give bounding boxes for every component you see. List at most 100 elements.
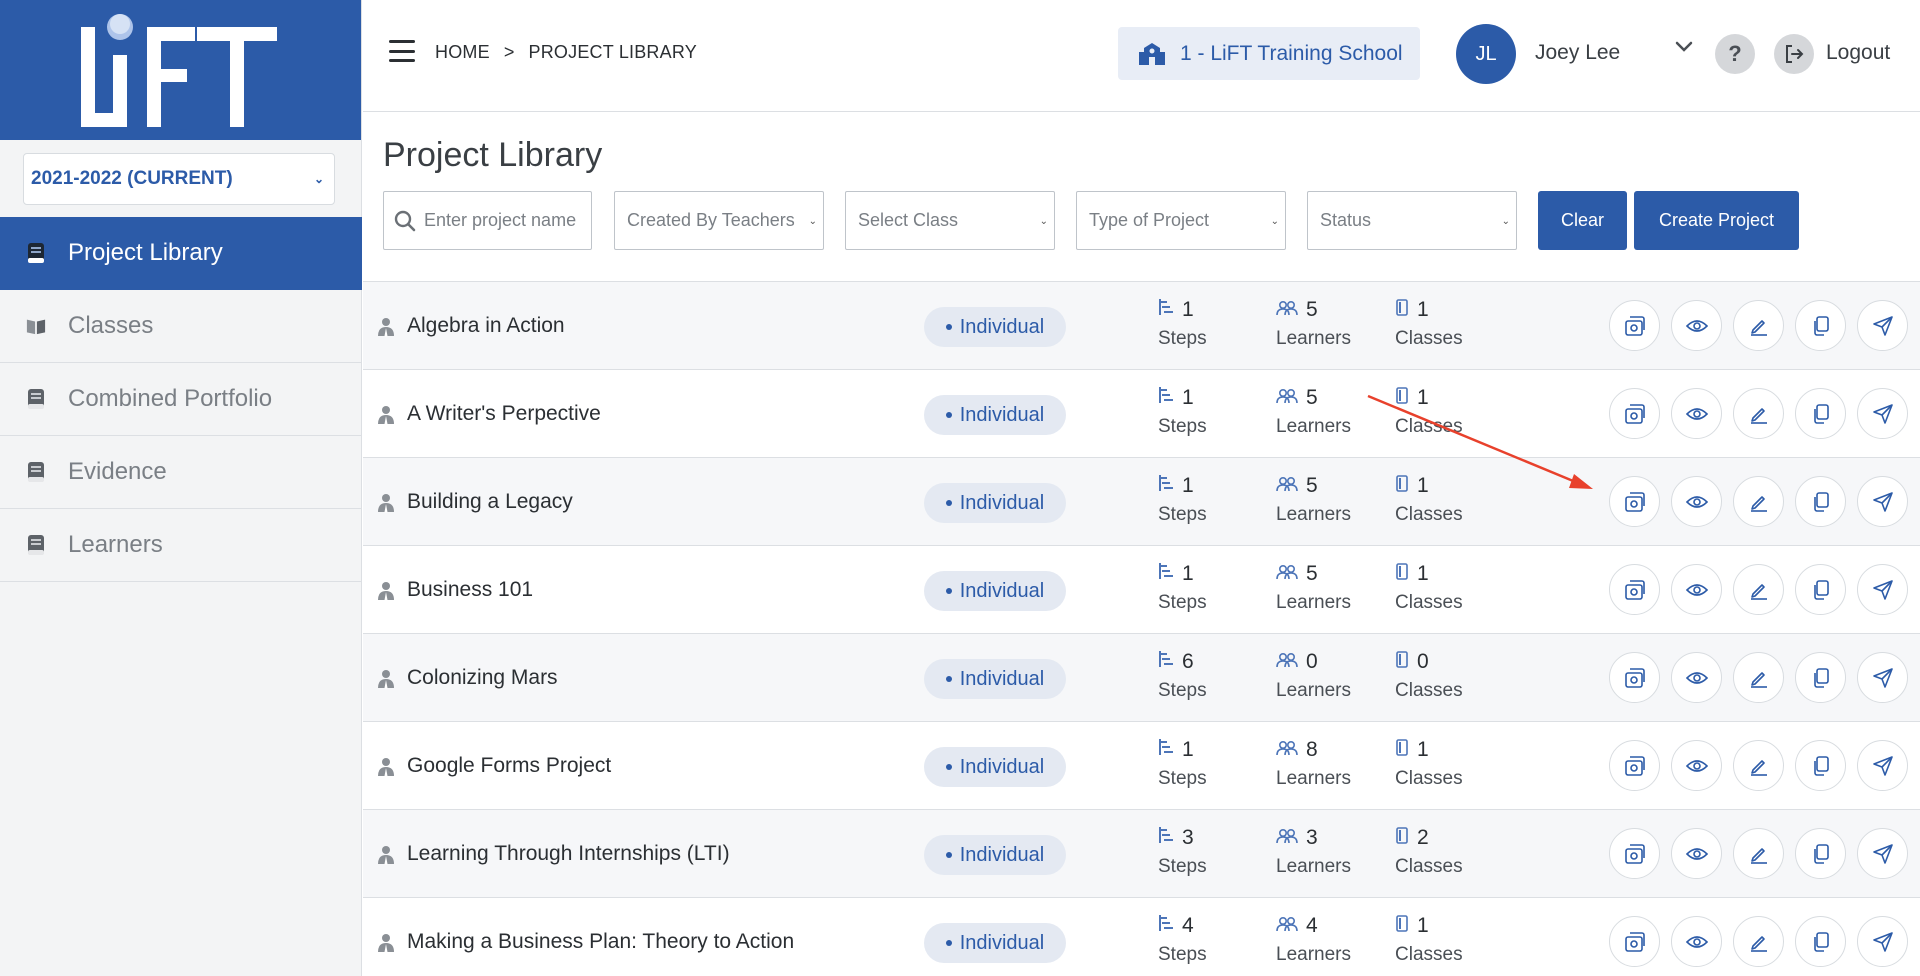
portfolio-button[interactable] xyxy=(1609,740,1660,791)
chevron-down-icon[interactable] xyxy=(1674,40,1694,59)
send-icon xyxy=(1872,579,1893,600)
view-button[interactable] xyxy=(1671,564,1722,615)
portfolio-button[interactable] xyxy=(1609,388,1660,439)
view-button[interactable] xyxy=(1671,652,1722,703)
sidebar-item-evidence[interactable]: Evidence xyxy=(0,436,362,509)
table-row[interactable]: A Writer's Perpective Individual 1 Steps 5 Le… xyxy=(363,370,1920,458)
send-button[interactable] xyxy=(1857,652,1908,703)
portfolio-button[interactable] xyxy=(1609,828,1660,879)
status-select[interactable]: Status ⌄ xyxy=(1307,191,1517,250)
edit-icon xyxy=(1749,844,1769,864)
portfolio-button[interactable] xyxy=(1609,300,1660,351)
sidebar-item-combined-portfolio[interactable]: Combined Portfolio xyxy=(0,363,362,436)
portfolio-button[interactable] xyxy=(1609,476,1660,527)
edit-button[interactable] xyxy=(1733,740,1784,791)
created-by-select[interactable]: Created By Teachers ⌄ xyxy=(614,191,824,250)
project-type-badge: Individual xyxy=(924,659,1066,699)
breadcrumb-home[interactable]: HOME xyxy=(435,42,490,63)
copy-button[interactable] xyxy=(1795,388,1846,439)
learners-stat: 5 Learners xyxy=(1276,474,1351,526)
copy-button[interactable] xyxy=(1795,476,1846,527)
sidebar-item-project-library[interactable]: Project Library xyxy=(0,217,362,290)
view-button[interactable] xyxy=(1671,300,1722,351)
send-button[interactable] xyxy=(1857,740,1908,791)
table-row[interactable]: Google Forms Project Individual 1 Steps 8 Lea… xyxy=(363,722,1920,810)
dot-icon xyxy=(945,324,952,330)
view-icon xyxy=(1685,758,1708,774)
edit-button[interactable] xyxy=(1733,652,1784,703)
stat-value: 6 xyxy=(1182,650,1194,673)
avatar[interactable]: JL xyxy=(1456,24,1516,84)
search-input-wrapper[interactable] xyxy=(383,191,592,250)
table-row[interactable]: Learning Through Internships (LTI) Indivi… xyxy=(363,810,1920,898)
clear-button[interactable]: Clear xyxy=(1538,191,1627,250)
send-button[interactable] xyxy=(1857,564,1908,615)
edit-button[interactable] xyxy=(1733,388,1784,439)
edit-button[interactable] xyxy=(1733,916,1784,967)
logout-button[interactable]: Logout xyxy=(1826,41,1890,65)
person-icon xyxy=(377,757,395,782)
table-row[interactable]: Business 101 Individual 1 Steps 5 Learners 1 Cl… xyxy=(363,546,1920,634)
logout-icon[interactable] xyxy=(1774,34,1814,74)
notebook-icon xyxy=(26,460,46,484)
view-button[interactable] xyxy=(1671,740,1722,791)
chevron-down-icon: ⌄ xyxy=(808,216,817,227)
portfolio-button[interactable] xyxy=(1609,652,1660,703)
school-selector[interactable]: 1 - LiFT Training School xyxy=(1118,27,1420,80)
copy-button[interactable] xyxy=(1795,652,1846,703)
stat-value: 3 xyxy=(1182,826,1194,849)
send-button[interactable] xyxy=(1857,916,1908,967)
stat-label: Classes xyxy=(1395,768,1463,789)
breadcrumb: HOME > PROJECT LIBRARY xyxy=(435,42,697,63)
menu-icon[interactable] xyxy=(389,40,415,62)
table-row[interactable]: Making a Business Plan: Theory to Action… xyxy=(363,898,1920,976)
view-button[interactable] xyxy=(1671,388,1722,439)
send-button[interactable] xyxy=(1857,388,1908,439)
copy-button[interactable] xyxy=(1795,300,1846,351)
table-row[interactable]: Colonizing Mars Individual 6 Steps 0 Learners… xyxy=(363,634,1920,722)
table-row[interactable]: Algebra in Action Individual 1 Steps 5 Learne… xyxy=(363,282,1920,370)
table-row[interactable]: Building a Legacy Individual 1 Steps 5 Learne… xyxy=(363,458,1920,546)
create-project-button[interactable]: Create Project xyxy=(1634,191,1799,250)
project-name[interactable]: Making a Business Plan: Theory to Action xyxy=(407,930,794,954)
stat-value: 5 xyxy=(1306,474,1318,497)
send-button[interactable] xyxy=(1857,828,1908,879)
lift-logo[interactable] xyxy=(0,0,361,140)
project-name[interactable]: A Writer's Perpective xyxy=(407,402,601,426)
view-button[interactable] xyxy=(1671,476,1722,527)
project-name[interactable]: Building a Legacy xyxy=(407,490,573,514)
school-year-select[interactable]: 2021-2022 (CURRENT) ⌄ xyxy=(23,153,335,205)
portfolio-button[interactable] xyxy=(1609,916,1660,967)
send-button[interactable] xyxy=(1857,300,1908,351)
stat-label: Classes xyxy=(1395,856,1463,877)
copy-button[interactable] xyxy=(1795,740,1846,791)
stat-value: 1 xyxy=(1182,298,1194,321)
dot-icon xyxy=(945,500,952,506)
help-button[interactable]: ? xyxy=(1715,34,1755,74)
copy-button[interactable] xyxy=(1795,828,1846,879)
view-button[interactable] xyxy=(1671,916,1722,967)
edit-button[interactable] xyxy=(1733,476,1784,527)
sidebar-item-classes[interactable]: Classes xyxy=(0,290,362,363)
sidebar-item-learners[interactable]: Learners xyxy=(0,509,362,582)
edit-button[interactable] xyxy=(1733,828,1784,879)
project-name[interactable]: Learning Through Internships (LTI) xyxy=(407,842,730,866)
edit-button[interactable] xyxy=(1733,300,1784,351)
user-name[interactable]: Joey Lee xyxy=(1535,41,1620,65)
project-name[interactable]: Algebra in Action xyxy=(407,314,565,338)
project-name[interactable]: Business 101 xyxy=(407,578,533,602)
copy-button[interactable] xyxy=(1795,564,1846,615)
portfolio-button[interactable] xyxy=(1609,564,1660,615)
copy-button[interactable] xyxy=(1795,916,1846,967)
class-select[interactable]: Select Class ⌄ xyxy=(845,191,1055,250)
send-button[interactable] xyxy=(1857,476,1908,527)
project-name[interactable]: Google Forms Project xyxy=(407,754,611,778)
project-type-select[interactable]: Type of Project ⌄ xyxy=(1076,191,1286,250)
person-icon xyxy=(377,845,395,870)
view-button[interactable] xyxy=(1671,828,1722,879)
edit-button[interactable] xyxy=(1733,564,1784,615)
project-name[interactable]: Colonizing Mars xyxy=(407,666,558,690)
search-input[interactable] xyxy=(424,210,579,231)
classes-stat: 1 Classes xyxy=(1395,474,1463,526)
stat-value: 1 xyxy=(1182,738,1194,761)
